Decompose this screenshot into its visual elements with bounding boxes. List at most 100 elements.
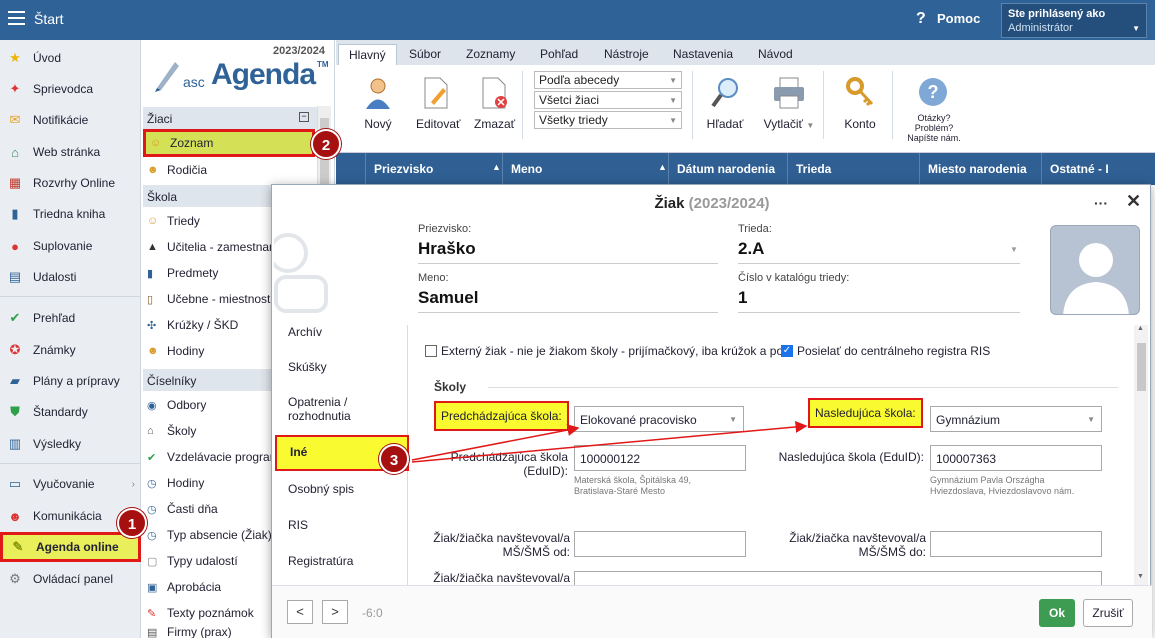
col-ostatne[interactable]: Ostatné - I (1050, 162, 1109, 176)
menu-item-zoznam[interactable]: ☺ Zoznam (143, 129, 315, 157)
parents-icon: ☻ (147, 164, 159, 176)
help-text[interactable]: Otázky? Problém? Napíšte nám. (904, 113, 964, 143)
name-value[interactable]: Samuel (418, 288, 478, 308)
student-photo[interactable] (1050, 225, 1140, 315)
nav-item-standardy[interactable]: ⛊ Štandardy (0, 399, 141, 425)
previous-record-button[interactable]: < (287, 600, 313, 624)
next-school-eduid-input[interactable]: 100007363 (930, 445, 1102, 471)
scroll-up-icon[interactable]: ▲ (1137, 325, 1144, 332)
students-filter-select[interactable]: Všetci žiaci ▼ (534, 91, 682, 109)
nav-item-notifikacie[interactable]: ✉ Notifikácie (0, 107, 141, 133)
tab-navod[interactable]: Návod (748, 44, 803, 65)
student-icon: ☺ (150, 137, 162, 149)
ok-button[interactable]: Ok (1039, 599, 1075, 627)
ris-send-checkbox[interactable]: ✓ Posielať do centrálneho registra RIS (781, 344, 990, 358)
col-meno[interactable]: Meno (511, 162, 542, 176)
side-tab-opatrenia[interactable]: Opatrenia / rozhodnutia (288, 395, 378, 423)
nav-item-sprievodca[interactable]: ✦ Sprievodca (0, 76, 141, 102)
tab-hlavny[interactable]: Hlavný (338, 44, 397, 65)
nav-item-ovladaci-panel[interactable]: ⚙ Ovládací panel (0, 566, 141, 592)
content-scrollbar[interactable]: ▲ ▼ (1134, 325, 1148, 585)
cancel-button[interactable]: Zrušiť (1083, 599, 1133, 627)
col-datum-narodenia[interactable]: Dátum narodenia (677, 162, 775, 176)
side-tab-archiv[interactable]: Archív (288, 325, 322, 339)
sort-icon[interactable]: ▲ (492, 162, 501, 172)
nav-item-triedna-kniha[interactable]: ▮ Triedna kniha (0, 201, 141, 227)
col-trieda[interactable]: Trieda (796, 162, 831, 176)
classes-filter-select[interactable]: Všetky triedy ▼ (534, 111, 682, 129)
chevron-down-icon: ▼ (1087, 415, 1095, 424)
col-priezvisko[interactable]: Priezvisko (374, 162, 433, 176)
ms-other-input[interactable] (574, 571, 1102, 585)
nav-item-uvod[interactable]: ★ Úvod (0, 45, 141, 71)
nav-item-prehlad[interactable]: ✔ Prehľad (0, 305, 141, 331)
nav-item-suplovanie[interactable]: ● Suplovanie (0, 233, 141, 259)
section-ziaci[interactable]: Žiaci − (143, 107, 317, 129)
side-tab-osobny-spis[interactable]: Osobný spis (288, 482, 354, 496)
next-school-select[interactable]: Gymnázium ▼ (930, 406, 1102, 432)
tab-nastroje[interactable]: Nástroje (594, 44, 659, 65)
catalog-number-value[interactable]: 1 (738, 288, 747, 308)
field-underline (738, 263, 1020, 264)
nav-item-znamky[interactable]: ✪ Známky (0, 337, 141, 363)
start-link[interactable]: Štart (34, 11, 64, 27)
person-silhouette-icon (1063, 243, 1129, 314)
previous-school-eduid-input[interactable]: 100000122 (574, 445, 746, 471)
class-value[interactable]: 2.A (738, 239, 764, 259)
tab-subor[interactable]: Súbor (399, 44, 451, 65)
sort-select[interactable]: Podľa abecedy ▼ (534, 71, 682, 89)
close-icon[interactable]: ✕ (1126, 191, 1141, 212)
help-icon[interactable]: ? (916, 10, 926, 28)
column-divider (502, 153, 503, 185)
dialog-footer: < > -6:0 Ok Zrušiť (272, 585, 1152, 638)
new-button[interactable]: Nový (358, 75, 398, 131)
search-button[interactable]: Hľadať (705, 75, 745, 131)
callout-badge-3: 3 (379, 444, 409, 474)
delete-button[interactable]: Zmazať (474, 75, 515, 131)
toolbar-divider (692, 71, 693, 139)
new-person-icon (360, 75, 396, 111)
column-divider (919, 153, 920, 185)
checkbox-box[interactable] (425, 345, 437, 357)
chevron-down-icon[interactable]: ▼ (1010, 245, 1018, 254)
ms-from-input[interactable] (574, 531, 746, 557)
checkmark-icon[interactable]: ✓ (781, 345, 793, 357)
user-menu[interactable]: Ste prihlásený ako Administrátor ▼ (1001, 3, 1147, 38)
more-options-icon[interactable]: ··· (1094, 195, 1108, 211)
print-button[interactable]: Vytlačiť ▼ (760, 75, 818, 131)
column-divider (1041, 153, 1042, 185)
nav-item-agenda-online[interactable]: ✎ Agenda online (0, 532, 141, 562)
external-student-checkbox[interactable]: Externý žiak - nie je žiakom školy - pri… (425, 344, 783, 358)
nav-item-vysledky[interactable]: ▥ Výsledky (0, 431, 141, 457)
side-tab-ris[interactable]: RIS (288, 518, 308, 532)
previous-school-label: Predchádzajúca škola: (434, 401, 569, 431)
nav-item-plany[interactable]: ▰ Plány a prípravy (0, 368, 141, 394)
surname-value[interactable]: Hraško (418, 239, 476, 259)
tab-pohlad[interactable]: Pohľad (530, 44, 588, 65)
col-miesto-narodenia[interactable]: Miesto narodenia (928, 162, 1027, 176)
questions-button[interactable]: ? (916, 77, 950, 113)
account-button[interactable]: Konto (838, 75, 882, 131)
tab-zoznamy[interactable]: Zoznamy (456, 44, 525, 65)
scrollbar-thumb[interactable] (1137, 343, 1146, 391)
teaching-icon: ▭ (8, 476, 22, 491)
nav-item-udalosti[interactable]: ▤ Udalosti (0, 264, 141, 290)
nav-item-web[interactable]: ⌂ Web stránka (0, 139, 141, 165)
previous-school-select[interactable]: Elokované pracovisko ▼ (574, 406, 744, 432)
tab-nastavenia[interactable]: Nastavenia (663, 44, 743, 65)
edit-button[interactable]: Editovať (416, 75, 461, 131)
scroll-down-icon[interactable]: ▼ (1137, 573, 1144, 580)
sort-icon[interactable]: ▲ (658, 162, 667, 172)
side-tab-skusky[interactable]: Skúšky (288, 360, 327, 374)
nav-item-rozvrhy[interactable]: ▦ Rozvrhy Online (0, 170, 141, 196)
next-record-button[interactable]: > (322, 600, 348, 624)
collapse-icon[interactable]: − (299, 112, 309, 122)
home-icon: ⌂ (11, 144, 19, 160)
ms-to-input[interactable] (930, 531, 1102, 557)
nav-divider (0, 463, 141, 464)
side-tab-registratura[interactable]: Registratúra (288, 554, 353, 568)
menu-item-rodicia[interactable]: ☻ Rodičia (143, 157, 319, 183)
nav-item-vyucovanie[interactable]: ▭ Vyučovanie › (0, 471, 141, 497)
hamburger-menu-icon[interactable] (8, 11, 25, 25)
help-link[interactable]: Pomoc (937, 11, 980, 26)
